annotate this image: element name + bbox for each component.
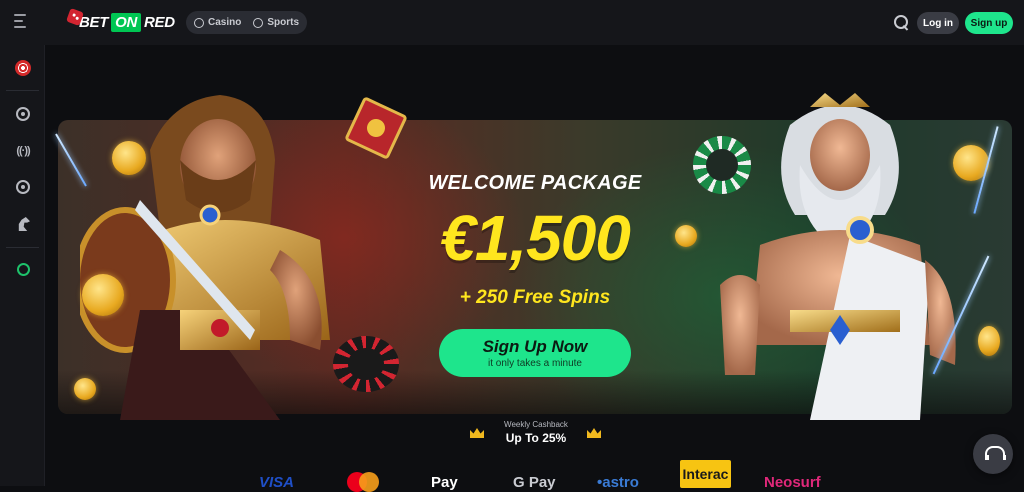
main-nav: Casino Sports (186, 11, 308, 34)
live-signal-icon: ((·)) (16, 145, 30, 157)
promo-amount: €1,500 (440, 202, 631, 274)
gold-coin-icon (82, 274, 124, 316)
hero-cta-label: Sign Up Now (482, 337, 588, 356)
gold-coin-icon (978, 326, 1000, 356)
soccer-ball-icon (253, 17, 264, 28)
gift-icon (16, 262, 30, 276)
promo-free-spins: + 250 Free Spins (459, 287, 611, 308)
warrior-illustration (80, 95, 330, 420)
gold-coin-icon (112, 141, 146, 175)
search-icon[interactable] (893, 14, 909, 30)
sidebar-item-promotions[interactable] (14, 59, 32, 77)
hamburger-menu-icon[interactable] (14, 14, 32, 30)
nav-casino-label: Casino (208, 17, 242, 28)
sidebar-divider (6, 90, 39, 91)
signup-button[interactable]: Sign up (965, 12, 1013, 34)
mastercard-logo (347, 472, 383, 492)
sidebar-item-casino[interactable] (14, 105, 32, 123)
chip-icon (16, 107, 30, 121)
cashback-label: Weekly Cashback (504, 420, 568, 429)
cashback-value: Up To 25% (505, 431, 567, 445)
hero-cta-sublabel: it only takes a minute (488, 358, 582, 369)
gold-coin-icon (74, 378, 96, 400)
sidebar-item-bonus[interactable] (14, 260, 32, 278)
target-icon (15, 60, 31, 76)
sidebar-divider (6, 247, 39, 248)
hero-signup-button[interactable]: Sign Up Now it only takes a minute (439, 329, 631, 377)
logo-red: RED (144, 13, 175, 31)
logo-bet: BET (79, 13, 109, 31)
brand-logo[interactable]: BET ON RED (66, 8, 175, 34)
horse-icon (18, 217, 30, 231)
soccer-ball-icon (16, 180, 30, 194)
weekly-cashback-banner[interactable]: Weekly Cashback Up To 25% (470, 420, 602, 446)
poker-chip-icon (693, 136, 751, 194)
apple-pay-logo: Pay (431, 474, 458, 491)
sidebar-item-racing[interactable] (14, 215, 32, 233)
sidebar-item-live[interactable]: ((·)) (14, 142, 32, 160)
nav-casino[interactable]: Casino (194, 17, 241, 28)
visa-logo: VISA (259, 474, 295, 491)
support-headset-icon[interactable] (973, 434, 1013, 474)
interac-logo: Interac (680, 460, 731, 488)
neosurf-logo: Neosurf (764, 474, 821, 491)
logo-on: ON (111, 12, 142, 32)
promo-title: WELCOME PACKAGE (428, 172, 642, 194)
poker-chip-icon (333, 336, 399, 392)
left-sidebar: ((·)) (0, 45, 45, 486)
nav-sports-label: Sports (267, 17, 300, 28)
sidebar-item-sports[interactable] (14, 178, 32, 196)
nav-sports[interactable]: Sports (253, 17, 299, 28)
zeus-illustration (720, 93, 956, 420)
astropay-logo: •astro (597, 474, 639, 491)
payment-methods: VISA Pay G Pay •astro Interac Neosurf (255, 460, 835, 492)
casino-chip-icon (194, 17, 204, 28)
login-button[interactable]: Log in (917, 12, 959, 34)
top-header: BET ON RED Casino Sports Log in Sign up (0, 0, 1024, 45)
google-pay-logo: G Pay (513, 474, 556, 491)
